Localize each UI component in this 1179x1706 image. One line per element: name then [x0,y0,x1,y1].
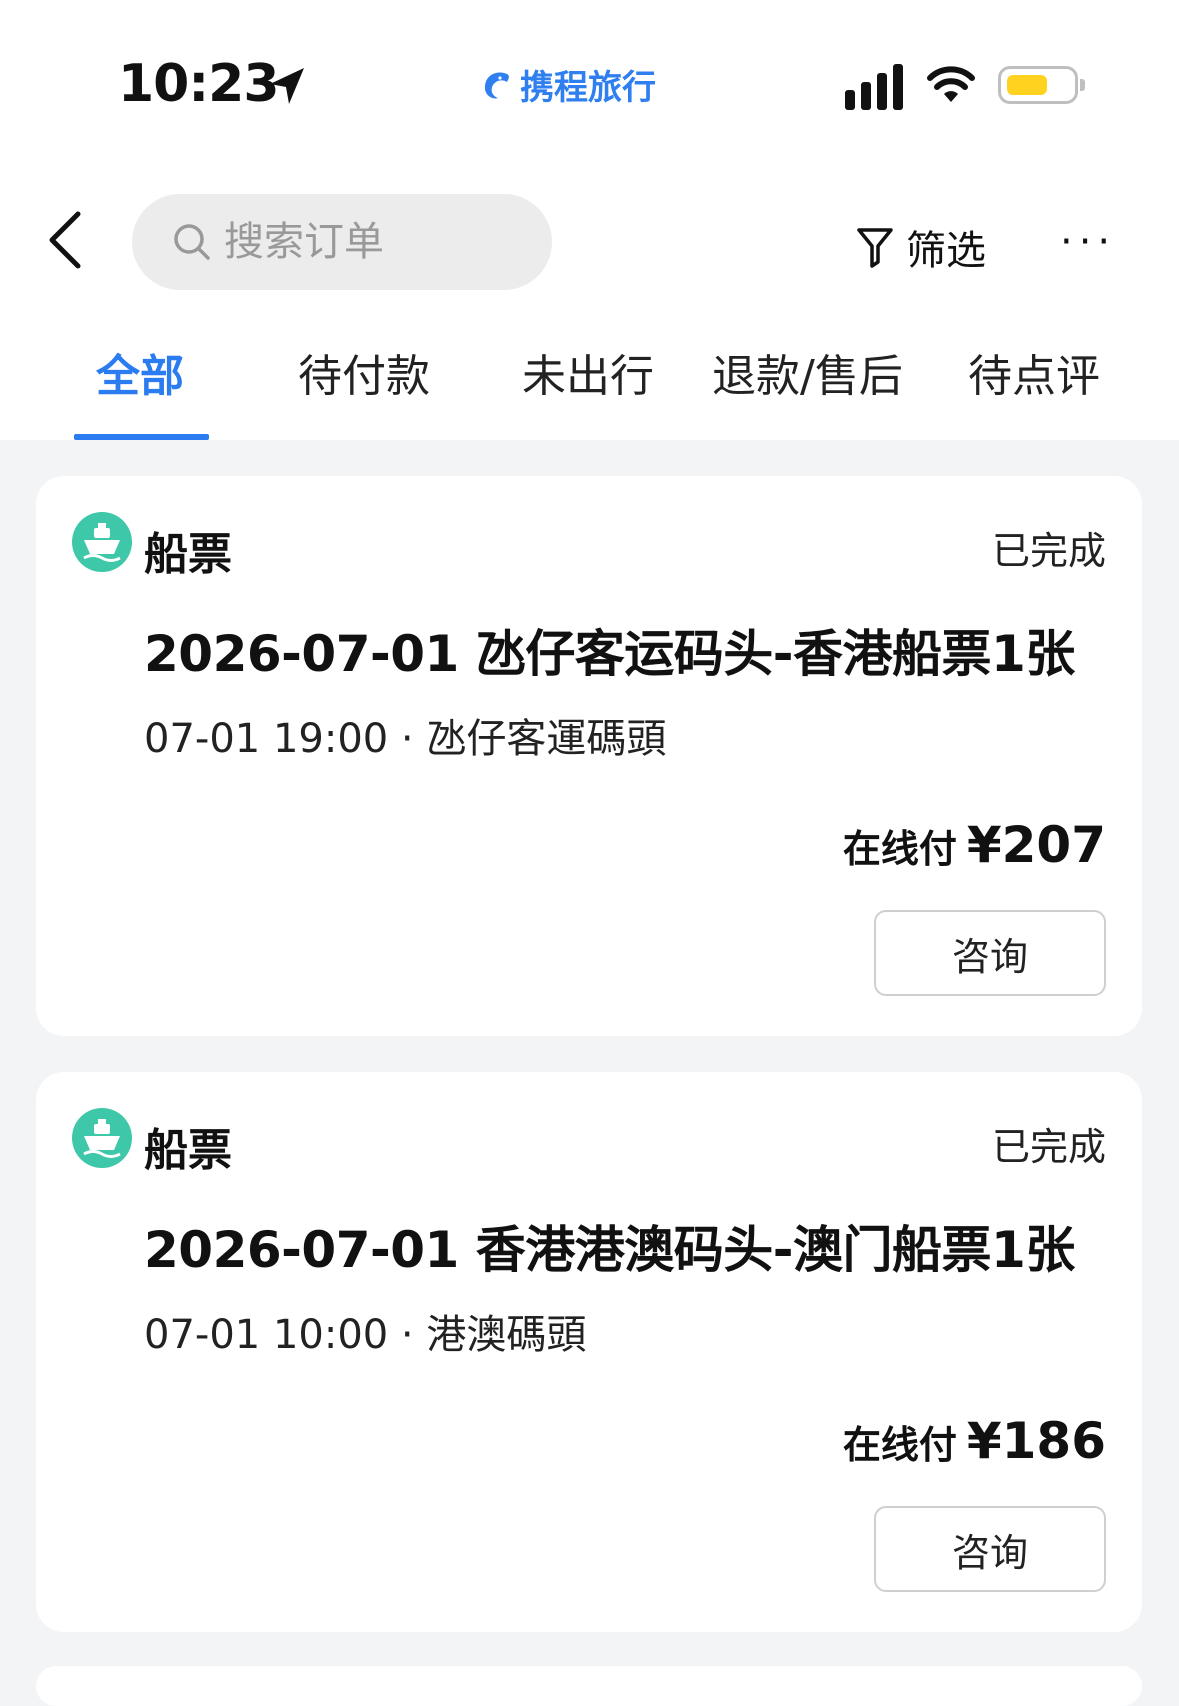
active-tab-indicator [74,434,209,440]
tab-pending-review[interactable]: 待点评 [968,340,1100,404]
order-card-partial[interactable] [36,1666,1142,1706]
brand-name: 携程旅行 [520,68,656,108]
more-options-icon[interactable]: ··· [1060,222,1116,262]
tab-refund-after-sales[interactable]: 退款/售后 [712,340,903,404]
consult-button[interactable]: 咨询 [874,1506,1106,1592]
order-tabs: 全部 待付款 未出行 退款/售后 待点评 [0,340,1179,440]
payment-label: 在线付 [842,827,957,871]
order-payment: 在线付 ¥207 [843,816,1106,874]
battery-icon [998,66,1085,104]
payment-amount: ¥186 [966,1412,1106,1470]
dolphin-logo-icon [484,72,509,98]
order-payment: 在线付 ¥186 [843,1412,1106,1470]
order-status: 已完成 [991,1125,1106,1169]
order-card[interactable]: 船票 已完成 2026-07-01 香港港澳码头-澳门船票1张 07-01 10… [36,1072,1142,1632]
app-header: 10:23 携程旅行 筛选 [0,0,1179,440]
cellular-signal-icon [845,64,903,110]
app-brand: 携程旅行 [480,60,656,109]
consult-button[interactable]: 咨询 [874,910,1106,996]
filter-label: 筛选 [906,228,986,274]
ship-icon [72,1108,132,1168]
filter-button[interactable]: 筛选 [856,218,986,276]
search-icon [174,224,210,260]
ship-icon [72,512,132,572]
tab-upcoming[interactable]: 未出行 [522,340,654,404]
status-time: 10:23 [118,54,280,114]
order-departure: 07-01 10:00 · 港澳碼頭 [144,1312,587,1358]
order-departure: 07-01 19:00 · 氹仔客運碼頭 [144,716,667,762]
payment-amount: ¥207 [966,816,1106,874]
payment-label: 在线付 [842,1423,957,1467]
search-input[interactable] [224,219,524,265]
back-arrow-icon[interactable] [42,208,88,272]
order-status: 已完成 [991,529,1106,573]
funnel-icon [857,228,893,268]
order-title: 2026-07-01 氹仔客运码头-香港船票1张 [144,625,1075,683]
tab-all[interactable]: 全部 [96,340,184,404]
tab-pending-payment[interactable]: 待付款 [298,340,430,404]
order-category: 船票 [144,529,232,580]
search-bar[interactable] [132,194,552,290]
order-category: 船票 [144,1125,232,1176]
order-title: 2026-07-01 香港港澳码头-澳门船票1张 [144,1221,1075,1279]
location-arrow-icon [270,68,304,104]
order-card[interactable]: 船票 已完成 2026-07-01 氹仔客运码头-香港船票1张 07-01 19… [36,476,1142,1036]
wifi-icon [927,66,975,102]
